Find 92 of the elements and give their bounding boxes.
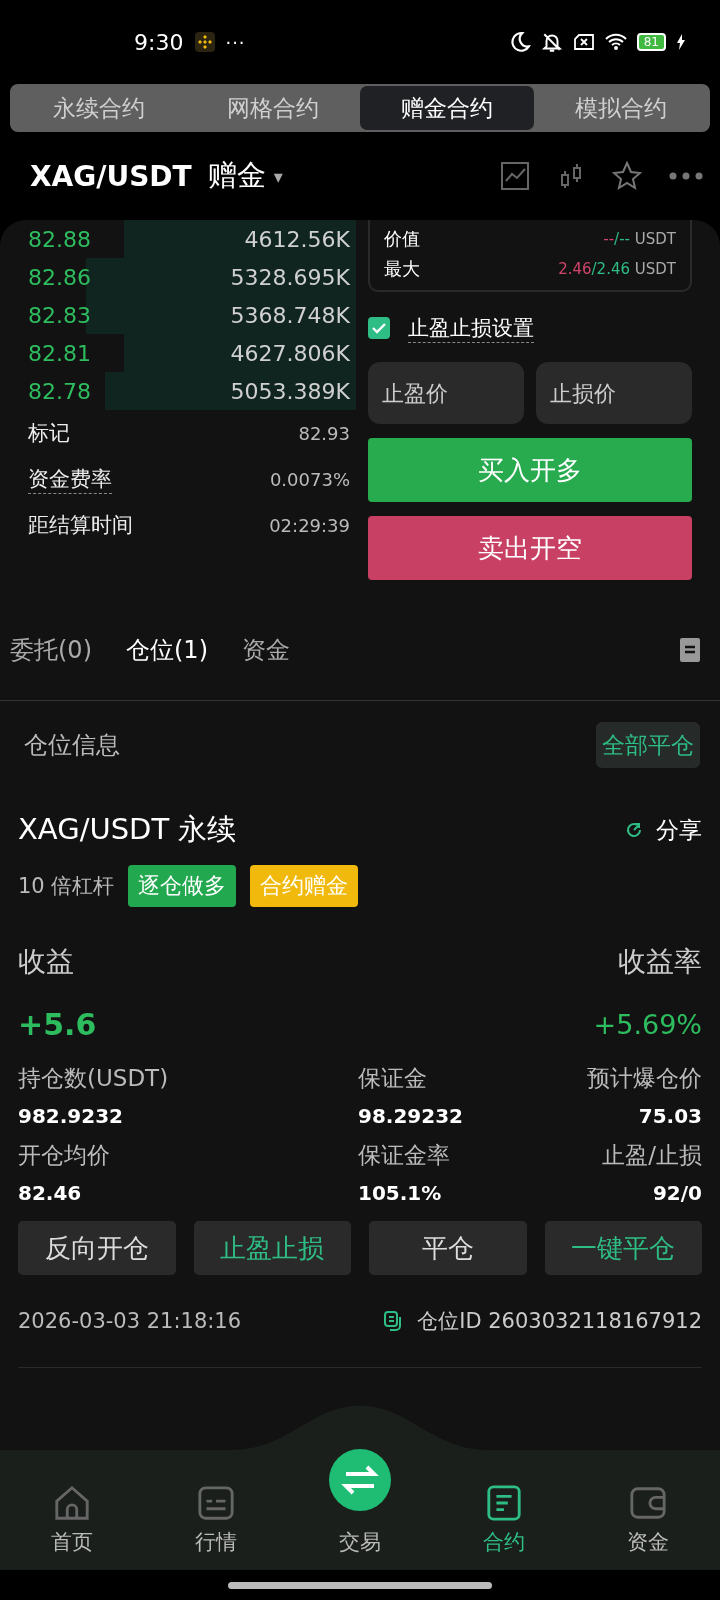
share-link[interactable]: 分享	[656, 814, 702, 846]
position-symbol: XAG/USDT 永续	[18, 811, 237, 848]
field-value: 92/0	[652, 1181, 702, 1205]
tp-sl-setting-label[interactable]: 止盈止损设置	[408, 313, 534, 343]
chart-icon[interactable]	[500, 161, 530, 191]
section-title: 仓位信息	[24, 730, 120, 761]
stat-label: 距结算时间	[28, 512, 133, 539]
bid-price: 82.83	[28, 302, 91, 328]
position-action-button[interactable]: 平仓	[369, 1221, 527, 1275]
info-label: 最大	[384, 257, 420, 281]
nav-item[interactable]: 资金	[576, 1436, 720, 1570]
orders-tab[interactable]: 仓位(1)	[126, 634, 218, 666]
unit-label: USDT	[634, 230, 676, 248]
position-action-button[interactable]: 反向开仓	[18, 1221, 176, 1275]
pnl-rate-value: +5.69%	[593, 1008, 702, 1040]
share-icon[interactable]	[624, 820, 644, 840]
bid-amount: 5053.389K	[230, 378, 350, 404]
swap-icon	[328, 1448, 392, 1512]
bid-amount: 4612.56K	[244, 226, 350, 252]
sim-off-icon	[572, 31, 595, 53]
charging-icon	[676, 34, 686, 50]
open-time: 2026-03-03 21:18:16	[18, 1309, 242, 1333]
contract-type-label[interactable]: 赠金	[207, 156, 266, 196]
pnl-value: +5.6	[18, 1006, 97, 1042]
position-tag: 逐仓做多	[128, 865, 237, 907]
bid-price: 82.81	[28, 340, 91, 366]
pnl-rate-label: 收益率	[618, 944, 702, 980]
unit-label: USDT	[634, 260, 676, 278]
short-value: /2.46	[591, 260, 630, 278]
pnl-label: 收益	[18, 944, 74, 980]
field-value: 105.1%	[358, 1181, 443, 1205]
field-label: 预计爆仓价	[587, 1064, 702, 1093]
field-value: 82.46	[18, 1181, 83, 1205]
home-icon	[53, 1484, 91, 1522]
position-action-button[interactable]: 止盈止损	[193, 1221, 351, 1275]
stat-label: 标记	[28, 420, 70, 447]
document-icon[interactable]	[680, 638, 700, 662]
contract-type-tab[interactable]: 赠金合约	[360, 86, 534, 130]
battery-level: 81	[636, 33, 666, 51]
bid-amount: 5328.695K	[230, 264, 350, 290]
stat-label: 资金费率	[28, 464, 112, 494]
more-notifications: ···	[225, 31, 246, 53]
copy-icon[interactable]	[383, 1311, 404, 1331]
bell-muted-icon	[540, 31, 563, 53]
contract-type-tab[interactable]: 永续合约	[12, 86, 186, 130]
bid-amount: 4627.806K	[230, 340, 350, 366]
contract-type-tab[interactable]: 模拟合约	[534, 86, 708, 130]
orders-tab[interactable]: 资金	[242, 634, 300, 666]
field-value: 98.29232	[358, 1104, 464, 1128]
stop-loss-field[interactable]: 止损价	[536, 362, 692, 424]
position-tag: 合约赠金	[250, 865, 359, 907]
field-value: 982.9232	[18, 1104, 124, 1128]
leverage-label: 10 倍杠杆	[18, 873, 115, 900]
moon-icon	[508, 31, 531, 53]
checkbox[interactable]	[368, 317, 390, 339]
info-label: 价值	[384, 227, 420, 251]
field-label: 保证金率	[358, 1141, 451, 1170]
field-label: 开仓均价	[18, 1141, 111, 1170]
close-all-button[interactable]: 全部平仓	[596, 722, 700, 768]
nav-item[interactable]: 首页	[0, 1436, 144, 1570]
stat-value: 0.0073%	[269, 468, 350, 490]
nav-item[interactable]: 交易	[288, 1436, 432, 1570]
field-value: 75.03	[638, 1104, 702, 1128]
star-icon[interactable]	[612, 161, 642, 191]
bid-price: 82.86	[28, 264, 91, 290]
field-label: 止盈/止损	[602, 1141, 702, 1170]
nav-item[interactable]: 行情	[144, 1436, 288, 1570]
position-id: 仓位ID 2603032118167912	[417, 1308, 702, 1335]
nav-item[interactable]: 合约	[432, 1436, 576, 1570]
bid-amount: 5368.748K	[230, 302, 350, 328]
field-label: 保证金	[358, 1064, 428, 1093]
caret-icon[interactable]: ▾	[273, 165, 283, 187]
status-time: 9:30	[134, 29, 184, 55]
position-action-button[interactable]: 一键平仓	[544, 1221, 702, 1275]
wifi-icon	[604, 31, 627, 53]
diamond-logo-icon	[195, 32, 216, 52]
wallet-icon	[629, 1484, 667, 1522]
stat-value: 02:29:39	[269, 514, 350, 536]
bid-price: 82.78	[28, 378, 91, 404]
field-label: 持仓数(USDT)	[18, 1064, 170, 1093]
long-value: 2.46	[558, 260, 592, 278]
sell-short-button[interactable]: 卖出开空	[368, 516, 692, 580]
take-profit-field[interactable]: 止盈价	[368, 362, 524, 424]
long-value: --	[603, 230, 615, 248]
short-value: /--	[614, 230, 630, 248]
contract-type-tab[interactable]: 网格合约	[186, 86, 360, 130]
orders-tab[interactable]: 委托(0)	[10, 634, 102, 666]
bid-price: 82.88	[28, 226, 91, 252]
ticker-board-icon	[197, 1484, 235, 1522]
document-icon	[485, 1484, 523, 1522]
stat-value: 82.93	[298, 422, 350, 444]
symbol-title[interactable]: XAG/USDT	[30, 159, 192, 193]
